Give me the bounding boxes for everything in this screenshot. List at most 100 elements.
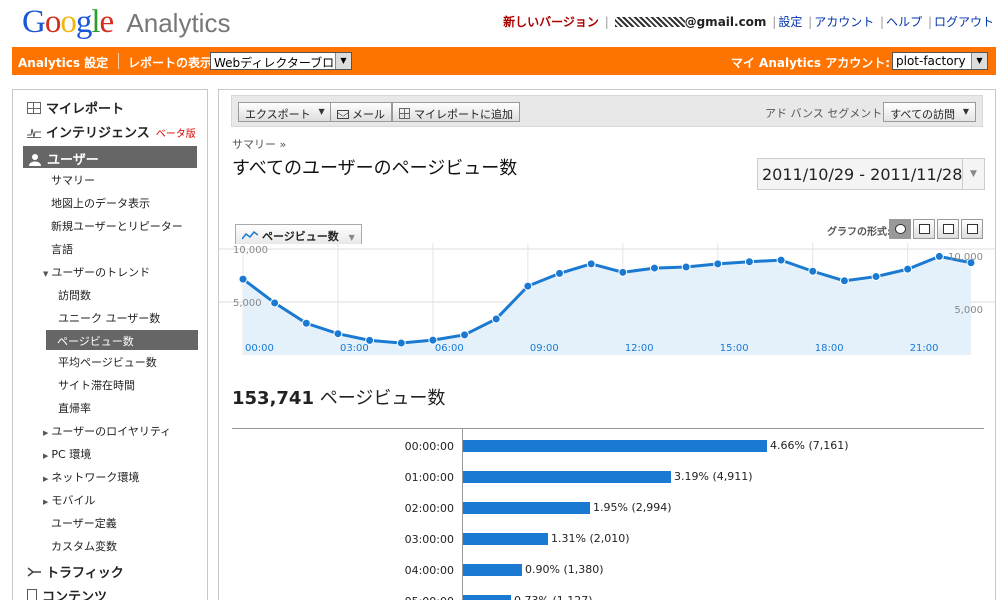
settings-link[interactable]: 設定 (778, 15, 802, 29)
sidebar-item-user-trends[interactable]: ▼ ユーザーのトレンド (43, 264, 150, 280)
sidebar-item-mobile[interactable]: ▶ モバイル (43, 492, 95, 508)
sidebar-item-label: ネットワーク環境 (51, 471, 140, 484)
bar-value-label: 3.19% (4,911) (674, 470, 753, 483)
table-row[interactable]: 00:00:00 4.66% (7,161) (232, 437, 984, 457)
x-tick-label: 15:00 (720, 343, 749, 354)
data-point (808, 266, 818, 276)
data-point (903, 264, 913, 274)
sidebar-item-custom-variables[interactable]: カスタム変数 (51, 538, 117, 554)
table-row[interactable]: 03:00:00 1.31% (2,010) (232, 530, 984, 550)
beta-badge: ベータ版 (155, 129, 196, 140)
add-to-dashboard-button[interactable]: マイレポートに追加 (392, 102, 520, 122)
graph-format-label: グラフの形式: (827, 227, 891, 238)
data-point (776, 255, 786, 265)
comparison-view-button[interactable] (937, 219, 959, 239)
pageviews-line-chart: 10,000 10,000 5,000 5,000 00:00 03:00 06:00 09:… (219, 243, 995, 367)
analytics-wordmark: Analytics (126, 8, 231, 38)
email-label: メール (352, 108, 385, 121)
data-point (301, 318, 311, 328)
data-point (333, 329, 343, 339)
bar-value-label: 0.73% (1,127) (514, 594, 593, 600)
table-row[interactable]: 05:00:00 0.73% (1,127) (232, 592, 984, 600)
total-label: ページビュー数 (319, 388, 446, 409)
email-button[interactable]: メール (330, 102, 392, 122)
data-point (618, 267, 628, 277)
content-page-icon (27, 589, 37, 600)
sidebar-item-network[interactable]: ▶ ネットワーク環境 (43, 469, 139, 485)
report-toolbar: エクスポート ▼ メール マイレポートに追加 アド バンス セグメント: すべての… (231, 95, 983, 127)
metric-selector-tab[interactable]: ページビュー数 ▼ (235, 224, 362, 244)
segment-value: すべての訪問 (890, 108, 955, 121)
account-link[interactable]: アカウント (814, 15, 874, 29)
line-graph-icon (241, 230, 259, 241)
sidebar-item-label: PC 環境 (51, 448, 92, 461)
sidebar-item-my-reports[interactable]: マイレポート (27, 98, 124, 117)
sidebar-item-users[interactable]: ユーザー (23, 146, 197, 168)
my-account-label: マイ Analytics アカウント: (730, 56, 890, 70)
chart-svg: 10,000 10,000 5,000 5,000 00:00 03:00 06:00 09:… (219, 243, 995, 355)
sidebar-item-loyalty[interactable]: ▶ ユーザーのロイヤリティ (43, 423, 171, 439)
user-icon (29, 153, 41, 166)
sidebar-item-pageviews[interactable]: ページビュー数 (46, 330, 198, 350)
y-tick-label: 5,000 (233, 298, 262, 309)
data-point (744, 257, 754, 267)
help-link[interactable]: ヘルプ (886, 15, 922, 29)
sidebar-item-browser-capabilities[interactable]: ▶ PC 環境 (43, 446, 91, 462)
date-range-value: 2011/10/29 - 2011/11/28 (762, 165, 963, 184)
bar-value-label: 1.31% (2,010) (551, 532, 630, 545)
rows-icon (967, 224, 978, 234)
google-wordmark: Google (22, 4, 114, 40)
chevron-down-icon: ▼ (348, 233, 355, 242)
report-profile-select[interactable]: Webディレクターブログ ▼ (210, 52, 352, 70)
table-icon (919, 224, 930, 234)
google-analytics-logo[interactable]: Google Analytics (22, 4, 230, 44)
table-row[interactable]: 04:00:00 0.90% (1,380) (232, 561, 984, 581)
new-version-link[interactable]: 新しいバージョン (503, 15, 599, 29)
sidebar-item-time-on-site[interactable]: サイト滞在時間 (58, 377, 135, 393)
account-select[interactable]: plot-factory ▼ (892, 52, 988, 70)
segment-select[interactable]: すべての訪問 ▼ (883, 102, 976, 122)
analytics-settings-link[interactable]: Analytics 設定 (18, 54, 108, 71)
table-row[interactable]: 02:00:00 1.95% (2,994) (232, 499, 984, 519)
sidebar-item-bounce-rate[interactable]: 直帰率 (58, 400, 91, 416)
sidebar-item-unique-visitors[interactable]: ユニーク ユーザー数 (58, 310, 160, 326)
logout-link[interactable]: ログアウト (934, 15, 994, 29)
data-point (523, 281, 533, 291)
sidebar-item-label: インテリジェンス (46, 126, 150, 141)
chevron-down-icon: ▼ (962, 159, 984, 189)
data-point (396, 338, 406, 348)
pageviews-bar (463, 564, 522, 576)
sidebar-item-traffic[interactable]: トラフィック (27, 562, 124, 581)
detail-view-button[interactable] (961, 219, 983, 239)
x-tick-label: 00:00 (245, 343, 274, 354)
table-view-button[interactable] (913, 219, 935, 239)
sidebar-item-intelligence[interactable]: インテリジェンス ベータ版 (27, 122, 196, 141)
sidebar-item-user-defined[interactable]: ユーザー定義 (51, 515, 117, 531)
report-view-label: レポートの表示: (128, 56, 217, 70)
sidebar-item-visits[interactable]: 訪問数 (58, 287, 91, 303)
date-range-picker[interactable]: 2011/10/29 - 2011/11/28 ▼ (757, 158, 985, 190)
sidebar-item-new-vs-returning[interactable]: 新規ユーザーとリピーター (51, 218, 183, 234)
sidebar-item-content[interactable]: コンテンツ (27, 586, 107, 600)
breadcrumb[interactable]: サマリー » (232, 136, 286, 152)
sidebar-item-languages[interactable]: 言語 (51, 241, 73, 257)
sidebar-item-label: マイレポート (46, 102, 125, 117)
data-point (713, 259, 723, 269)
export-button[interactable]: エクスポート ▼ (238, 102, 332, 122)
x-tick-label: 18:00 (815, 343, 844, 354)
report-panel: エクスポート ▼ メール マイレポートに追加 アド バンス セグメント: すべての… (218, 89, 996, 600)
sidebar-item-label: ユーザー (47, 153, 99, 168)
table-row[interactable]: 01:00:00 3.19% (4,911) (232, 468, 984, 488)
y-tick-label-right: 10,000 (948, 252, 983, 263)
sidebar-item-avg-pageviews[interactable]: 平均ページビュー数 (58, 354, 157, 370)
account-bar: Analytics 設定 レポートの表示: Webディレクターブログ ▼ マイ … (12, 47, 996, 75)
x-tick-label: 03:00 (340, 343, 369, 354)
timeline-view-button[interactable] (889, 219, 911, 239)
sidebar-item-summary[interactable]: サマリー (51, 172, 95, 188)
user-email: @gmail.com (684, 15, 767, 29)
sidebar-item-label: コンテンツ (42, 590, 108, 600)
chevron-down-icon: ▼ (335, 53, 351, 69)
sidebar-item-map-overlay[interactable]: 地図上のデータ表示 (51, 195, 150, 211)
hour-label: 05:00:00 (232, 595, 454, 600)
dashboard-icon (27, 102, 41, 114)
